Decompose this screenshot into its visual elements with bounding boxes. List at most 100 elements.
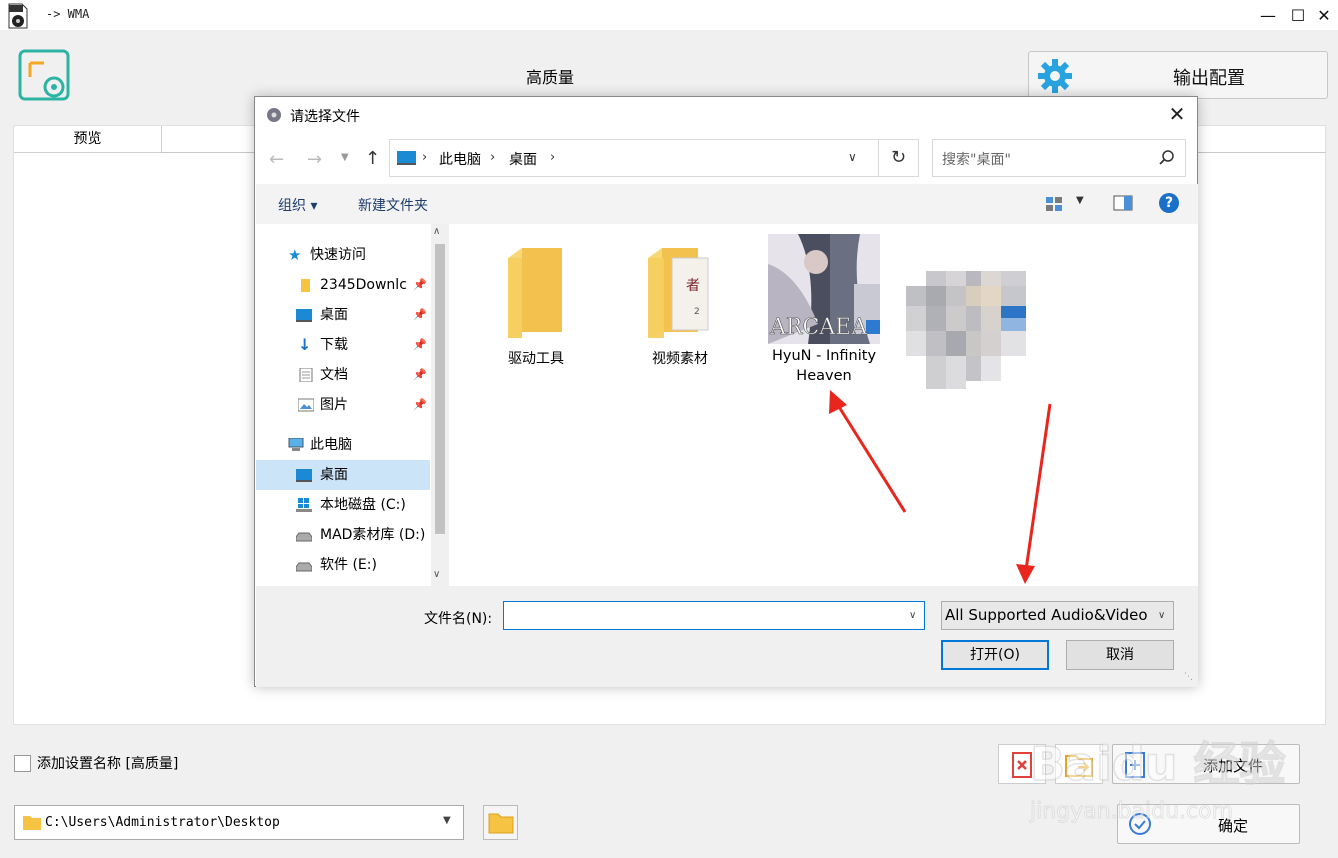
- dialog-close-button[interactable]: ✕: [1163, 102, 1191, 128]
- scroll-up-icon[interactable]: ∧: [433, 226, 440, 237]
- output-config-label: 输出配置: [1173, 68, 1245, 89]
- desktop-icon: [296, 469, 312, 482]
- pin-icon: 📌: [413, 308, 427, 321]
- nav-item-label: 本地磁盘 (C:): [320, 497, 406, 513]
- chevron-down-icon: ∨: [1158, 610, 1166, 621]
- nav-item-label: 下载: [320, 337, 348, 353]
- folder-add-icon: [1065, 755, 1093, 777]
- refresh-icon[interactable]: ↻: [879, 139, 919, 177]
- navigation-pane[interactable]: ★ 快速访问 2345Downlc 📌 桌面 📌 ↓ 下载 📌 文档 📌 图片 …: [256, 224, 451, 586]
- preview-pane-icon[interactable]: [1113, 195, 1133, 211]
- file-item-hyun-infinity-heaven[interactable]: ARCAEA HyuN - Infinity Heaven: [764, 234, 884, 394]
- nav-item-label: 图片: [320, 397, 348, 413]
- view-mode-icon[interactable]: [1044, 194, 1064, 214]
- breadcrumb-this-pc[interactable]: 此电脑: [439, 149, 481, 169]
- resize-grip-icon[interactable]: ⋱: [1184, 672, 1193, 682]
- view-options-chevron-icon[interactable]: ▼: [1076, 195, 1084, 206]
- breadcrumb-chevron-icon[interactable]: ›: [550, 150, 555, 165]
- nav-item-drive-c[interactable]: 本地磁盘 (C:): [256, 490, 430, 520]
- picture-icon: [298, 398, 314, 412]
- nav-item-label: 文档: [320, 367, 348, 383]
- filename-input[interactable]: ∨: [503, 601, 925, 630]
- title-bar: [0, 0, 1338, 30]
- nav-item-this-pc[interactable]: 此电脑: [256, 430, 430, 460]
- svg-text:者: 者: [686, 278, 700, 294]
- folder-icon: [23, 816, 41, 830]
- nav-item-documents[interactable]: 文档 📌: [256, 360, 430, 390]
- folder-with-document-icon: 者 2: [648, 248, 709, 338]
- add-name-checkbox-label[interactable]: 添加设置名称 [高质量]: [37, 753, 178, 773]
- add-name-checkbox[interactable]: [14, 755, 31, 772]
- chevron-down-icon[interactable]: ∨: [848, 150, 857, 164]
- nav-item-label: 软件 (E:): [320, 557, 377, 573]
- recent-locations-chevron-icon[interactable]: ▼: [341, 152, 349, 163]
- help-icon[interactable]: ?: [1159, 193, 1179, 213]
- nav-item-drive-d[interactable]: MAD素材库 (D:): [256, 520, 430, 550]
- breadcrumb-chevron-icon[interactable]: ›: [422, 150, 427, 165]
- file-name: 视频素材: [652, 351, 708, 367]
- search-icon: [1159, 150, 1174, 165]
- nav-item-desktop-selected[interactable]: 桌面: [256, 460, 430, 490]
- document-icon: [299, 368, 313, 382]
- breadcrumb-chevron-icon[interactable]: ›: [490, 150, 495, 165]
- dialog-title: 请选择文件: [290, 109, 360, 125]
- minimize-button[interactable]: —: [1256, 4, 1280, 26]
- cancel-button[interactable]: 取消: [1066, 640, 1174, 670]
- forward-arrow-icon[interactable]: →: [307, 149, 322, 170]
- add-file-button[interactable]: 添加文件: [1112, 744, 1300, 784]
- nav-item-desktop-quick[interactable]: 桌面 📌: [256, 300, 430, 330]
- pin-icon: 📌: [413, 398, 427, 411]
- nav-item-label: MAD素材库 (D:): [320, 527, 426, 543]
- output-path-select[interactable]: C:\Users\Administrator\Desktop ▼: [14, 805, 464, 840]
- open-button[interactable]: 打开(O): [941, 640, 1049, 670]
- close-window-button[interactable]: ✕: [1312, 4, 1336, 26]
- drive-icon: [296, 562, 312, 572]
- delete-file-icon: [1012, 752, 1032, 778]
- nav-item-downloads[interactable]: ↓ 下载 📌: [256, 330, 430, 360]
- remove-file-button[interactable]: [998, 744, 1046, 784]
- download-icon: ↓: [298, 335, 312, 354]
- filetype-select[interactable]: All Supported Audio&Video ∨: [941, 601, 1174, 630]
- nav-scrollbar-thumb[interactable]: [435, 244, 445, 534]
- up-arrow-icon[interactable]: ↑: [365, 148, 380, 169]
- output-config-button[interactable]: 输出配置: [1028, 51, 1328, 99]
- drive-icon: [296, 532, 312, 542]
- scroll-down-icon[interactable]: ∨: [433, 569, 440, 580]
- nav-item-label: 桌面: [320, 307, 348, 323]
- confirm-label: 确定: [1217, 817, 1248, 835]
- nav-item-label: 此电脑: [310, 437, 352, 453]
- settings-logo-icon: [18, 49, 70, 101]
- new-folder-button[interactable]: 新建文件夹: [358, 195, 428, 215]
- browse-folder-button[interactable]: [483, 805, 518, 840]
- breadcrumb-desktop[interactable]: 桌面: [509, 149, 537, 169]
- output-path-value: C:\Users\Administrator\Desktop: [45, 815, 280, 830]
- file-item-folder-drivers[interactable]: 驱动工具: [476, 244, 596, 374]
- nav-item-drive-e[interactable]: 软件 (E:): [256, 550, 430, 580]
- file-item-blurred[interactable]: [906, 264, 1026, 394]
- pin-icon: 📌: [413, 278, 427, 291]
- nav-item-quick-access[interactable]: ★ 快速访问: [256, 240, 430, 270]
- search-input[interactable]: 搜索"桌面": [932, 139, 1186, 177]
- file-item-folder-video-material[interactable]: 者 2 视频素材: [620, 244, 740, 374]
- open-file-dialog: 请选择文件 ✕ ← → ▼ ↑ › 此电脑 › 桌面 › ∨ ↻ 搜索"桌面" …: [254, 96, 1198, 687]
- organize-menu-button[interactable]: 组织 ▾: [278, 195, 317, 215]
- chevron-down-icon[interactable]: ∨: [909, 610, 916, 621]
- confirm-button[interactable]: 确定: [1117, 804, 1300, 844]
- back-arrow-icon[interactable]: ←: [269, 149, 284, 170]
- add-folder-button[interactable]: [1055, 744, 1103, 784]
- gear-icon: [1038, 59, 1072, 93]
- pin-icon: 📌: [413, 338, 427, 351]
- filetype-value: All Supported Audio&Video: [945, 606, 1148, 624]
- window-title: -> WMA: [46, 7, 90, 21]
- maximize-button[interactable]: ☐: [1286, 4, 1310, 26]
- pin-icon: 📌: [413, 368, 427, 381]
- svg-text:2: 2: [694, 307, 700, 317]
- nav-item-pictures[interactable]: 图片 📌: [256, 390, 430, 420]
- pixelated-thumbnail: [906, 271, 1026, 389]
- preview-column-header[interactable]: 预览: [14, 126, 162, 153]
- nav-item-2345downloads[interactable]: 2345Downlc 📌: [256, 270, 430, 300]
- folder-icon: [508, 248, 562, 338]
- add-file-icon: [1125, 752, 1145, 778]
- address-bar[interactable]: › 此电脑 › 桌面 › ∨: [389, 139, 879, 177]
- file-view[interactable]: 驱动工具 者 2 视频素材 ARCAEA HyuN - Infinity Hea…: [451, 224, 1198, 586]
